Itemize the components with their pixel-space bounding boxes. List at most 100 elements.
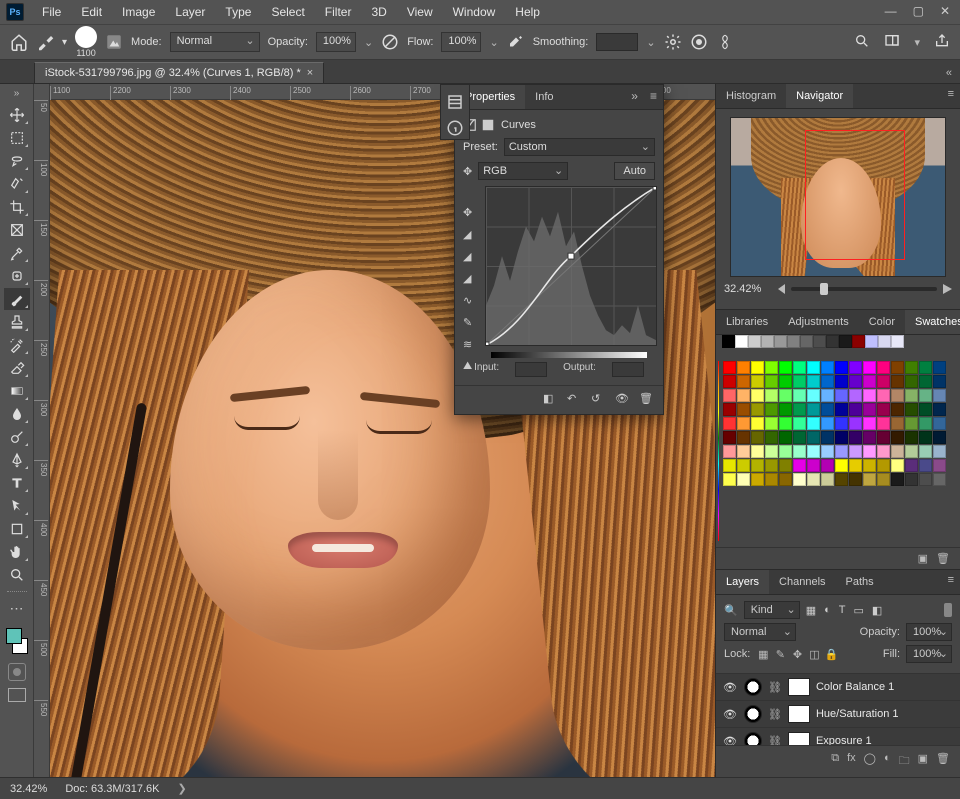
swatch[interactable] xyxy=(919,389,932,402)
swatch[interactable] xyxy=(821,389,834,402)
zoom-slider[interactable] xyxy=(791,287,937,291)
zoom-in-icon[interactable] xyxy=(943,284,952,294)
filter-toggle-icon[interactable] xyxy=(944,603,952,617)
home-icon[interactable] xyxy=(10,33,28,51)
swatch[interactable] xyxy=(933,389,946,402)
swatch[interactable] xyxy=(722,335,735,348)
swatch[interactable] xyxy=(877,375,890,388)
swatch[interactable] xyxy=(905,361,918,374)
edit-toolbar-icon[interactable]: ⋯ xyxy=(4,597,30,619)
swatch[interactable] xyxy=(779,375,792,388)
doctab-collapse-icon[interactable]: « xyxy=(938,63,960,83)
swatch[interactable] xyxy=(765,473,778,486)
layer-name[interactable]: Exposure 1 xyxy=(816,735,954,745)
tab-libraries[interactable]: Libraries xyxy=(716,310,778,334)
toolbar-collapse-icon[interactable]: » xyxy=(14,88,20,99)
swatch[interactable] xyxy=(835,445,848,458)
channel-select[interactable]: RGB xyxy=(478,162,568,180)
tab-histogram[interactable]: Histogram xyxy=(716,84,786,108)
pressure-opacity-icon[interactable] xyxy=(381,33,399,51)
info-icon[interactable] xyxy=(446,119,464,137)
curves-clip-icon[interactable]: ⛰ xyxy=(463,360,479,376)
swatch[interactable] xyxy=(821,417,834,430)
filter-smart-icon[interactable]: ◧ xyxy=(872,604,882,617)
menu-view[interactable]: View xyxy=(397,1,443,23)
swatch[interactable] xyxy=(779,417,792,430)
preset-select[interactable]: Custom xyxy=(504,138,655,156)
tab-channels[interactable]: Channels xyxy=(769,570,835,594)
symmetry-icon[interactable] xyxy=(716,33,734,51)
swatch[interactable] xyxy=(849,445,862,458)
swatch[interactable] xyxy=(765,389,778,402)
swatch[interactable] xyxy=(877,459,890,472)
zoom-tool[interactable] xyxy=(4,564,30,586)
swatch[interactable] xyxy=(821,445,834,458)
menu-edit[interactable]: Edit xyxy=(71,1,112,23)
swatch[interactable] xyxy=(821,431,834,444)
add-mask-icon[interactable]: ◯ xyxy=(864,752,876,771)
swatch[interactable] xyxy=(793,431,806,444)
lock-artboard-icon[interactable]: ◫ xyxy=(807,648,821,661)
swatch[interactable] xyxy=(863,445,876,458)
tab-info[interactable]: Info xyxy=(525,85,563,109)
swatch[interactable] xyxy=(919,431,932,444)
minimize-button[interactable]: — xyxy=(885,4,897,18)
swatch[interactable] xyxy=(905,473,918,486)
panel-menu-icon[interactable]: ≡ xyxy=(644,85,663,109)
swatch[interactable] xyxy=(723,445,736,458)
lasso-tool[interactable] xyxy=(4,150,30,172)
new-adjustment-icon[interactable]: ◐ xyxy=(884,752,891,771)
swatch[interactable] xyxy=(779,403,792,416)
navigator-thumbnail[interactable] xyxy=(730,117,946,277)
swatch[interactable] xyxy=(787,335,800,348)
eyedropper-white-icon[interactable]: ◢ xyxy=(463,272,479,288)
swatch[interactable] xyxy=(849,403,862,416)
swatch[interactable] xyxy=(835,361,848,374)
brush-tool[interactable] xyxy=(4,288,30,310)
layer-name[interactable]: Color Balance 1 xyxy=(816,681,954,693)
filter-pixel-icon[interactable]: ▦ xyxy=(806,604,816,617)
swatch[interactable] xyxy=(835,431,848,444)
swatch[interactable] xyxy=(849,389,862,402)
search-icon[interactable] xyxy=(854,33,870,52)
swatch[interactable] xyxy=(919,473,932,486)
new-swatch-icon[interactable]: ▣ xyxy=(918,552,928,565)
swatch[interactable] xyxy=(905,375,918,388)
swatch[interactable] xyxy=(779,431,792,444)
navigator-zoom-value[interactable]: 32.42% xyxy=(724,283,772,295)
layer-blend-select[interactable]: Normal xyxy=(724,623,796,641)
swatch[interactable] xyxy=(737,403,750,416)
swatch[interactable] xyxy=(863,375,876,388)
swatch[interactable] xyxy=(807,459,820,472)
swatch[interactable] xyxy=(807,389,820,402)
swatch[interactable] xyxy=(793,473,806,486)
tab-color[interactable]: Color xyxy=(859,310,905,334)
swatch[interactable] xyxy=(877,403,890,416)
quick-select-tool[interactable] xyxy=(4,173,30,195)
opacity-value[interactable]: 100% xyxy=(316,32,356,52)
tab-navigator[interactable]: Navigator xyxy=(786,84,853,108)
layer-row[interactable]: 👁⛓Exposure 1 xyxy=(716,728,960,745)
clip-icon[interactable]: ◧ xyxy=(543,392,559,408)
swatch[interactable] xyxy=(905,389,918,402)
lock-pos-icon[interactable]: ✥ xyxy=(790,648,804,661)
swatch[interactable] xyxy=(765,431,778,444)
eyedropper-black-icon[interactable]: ◢ xyxy=(463,228,479,244)
menu-file[interactable]: File xyxy=(32,1,71,23)
workspace-icon[interactable] xyxy=(884,33,900,52)
swatch[interactable] xyxy=(751,417,764,430)
swatch[interactable] xyxy=(933,361,946,374)
navigator-view-box[interactable] xyxy=(805,130,905,260)
swatch[interactable] xyxy=(774,335,787,348)
status-zoom[interactable]: 32.42% xyxy=(10,783,47,795)
swatch[interactable] xyxy=(748,335,761,348)
swatch[interactable] xyxy=(905,459,918,472)
swatch[interactable] xyxy=(723,431,736,444)
swatch[interactable] xyxy=(723,375,736,388)
menu-image[interactable]: Image xyxy=(112,1,165,23)
swatch[interactable] xyxy=(807,417,820,430)
swatch[interactable] xyxy=(891,375,904,388)
swatch[interactable] xyxy=(919,417,932,430)
swatch[interactable] xyxy=(891,361,904,374)
swatch[interactable] xyxy=(891,335,904,348)
